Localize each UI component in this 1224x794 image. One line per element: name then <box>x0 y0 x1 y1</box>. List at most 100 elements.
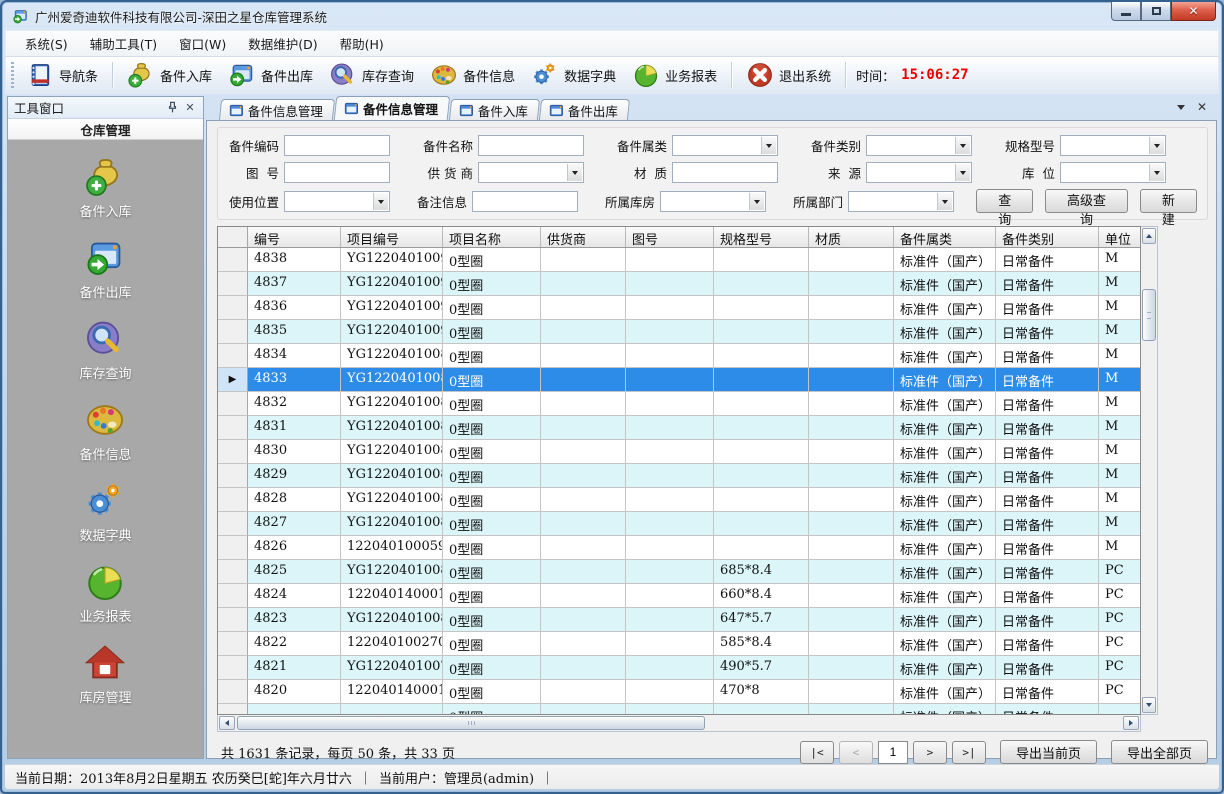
sidebar-item[interactable]: 备件信息 <box>79 399 131 463</box>
first-page-button[interactable]: |< <box>800 741 834 764</box>
table-row[interactable]: ▶ 4826 1220401000599 0型圈 标准件（国产） 日 <box>218 536 1140 560</box>
tab[interactable]: 备件出库 <box>539 99 630 120</box>
row-selector-cell[interactable]: ▶ <box>218 248 248 272</box>
scroll-up-arrow[interactable] <box>1142 228 1156 244</box>
table-row[interactable]: ▶ 4831 YG12204010086 0型圈 标准件（国产） 日 <box>218 416 1140 440</box>
row-selector-cell[interactable]: ▶ <box>218 368 248 392</box>
tab[interactable]: 备件信息管理 <box>219 99 335 120</box>
column-header[interactable]: 编号 <box>248 227 341 247</box>
row-selector-cell[interactable]: ▶ <box>218 488 248 512</box>
sidebar-item[interactable]: 库存查询 <box>79 318 131 382</box>
tool-window-close-icon[interactable]: ✕ <box>183 101 197 115</box>
department-select[interactable] <box>848 191 954 212</box>
row-selector-cell[interactable]: ▶ <box>218 296 248 320</box>
next-page-button[interactable]: > <box>913 741 947 764</box>
column-header[interactable]: 规格型号 <box>714 227 809 247</box>
export-all-pages-button[interactable]: 导出全部页 <box>1111 740 1208 764</box>
table-row[interactable]: ▶ 4820 1220401400013 0型圈 470*8 标准件（国产） <box>218 680 1140 704</box>
toolbar-button[interactable]: 备件出库 <box>220 58 321 92</box>
row-selector-cell[interactable]: ▶ <box>218 536 248 560</box>
usage-position-select[interactable] <box>284 191 390 212</box>
row-selector-cell[interactable]: ▶ <box>218 584 248 608</box>
pin-icon[interactable] <box>165 101 179 115</box>
scroll-down-arrow[interactable] <box>1142 697 1156 713</box>
minimize-button[interactable] <box>1111 2 1141 21</box>
sidebar-group-header[interactable]: 仓库管理 <box>8 119 203 140</box>
column-header[interactable]: 项目编号 <box>341 227 443 247</box>
spec-select[interactable] <box>1060 135 1166 156</box>
sidebar-item[interactable]: 备件出库 <box>79 237 131 301</box>
column-header[interactable]: 备件类别 <box>996 227 1099 247</box>
table-row[interactable]: ▶ 4825 YG12204010081 0型圈 685*8.4 标准件（国产） <box>218 560 1140 584</box>
tab[interactable]: 备件入库 <box>449 99 540 120</box>
table-row[interactable]: ▶ 4833 YG12204010088 0型圈 标准件（国产） 日 <box>218 368 1140 392</box>
vertical-scroll-thumb[interactable] <box>1142 289 1156 341</box>
part-category-select[interactable] <box>672 135 778 156</box>
row-selector-cell[interactable]: ▶ <box>218 680 248 704</box>
table-row[interactable]: ▶ 4828 YG12204010083 0型圈 标准件（国产） 日 <box>218 488 1140 512</box>
vertical-scrollbar[interactable] <box>1141 226 1158 715</box>
warehouse-select[interactable] <box>660 191 766 212</box>
remark-input[interactable] <box>472 191 578 212</box>
sidebar-item[interactable]: 数据字典 <box>79 480 131 544</box>
row-selector-cell[interactable]: ▶ <box>218 344 248 368</box>
menu-item[interactable]: 数据维护(D) <box>237 30 328 57</box>
toolbar-button[interactable]: 导航条 <box>18 58 106 92</box>
location-select[interactable] <box>1060 162 1166 183</box>
table-row[interactable]: ▶ 4835 YG12204010090 0型圈 标准件（国产） 日 <box>218 320 1140 344</box>
table-row[interactable]: ▶ 4834 YG12204010089 0型圈 标准件（国产） 日 <box>218 344 1140 368</box>
row-selector-cell[interactable]: ▶ <box>218 704 248 714</box>
row-selector-cell[interactable]: ▶ <box>218 632 248 656</box>
chevron-down-icon[interactable] <box>955 164 970 181</box>
chevron-down-icon[interactable] <box>1149 164 1164 181</box>
table-row[interactable]: ▶ 4830 YG12204010085 0型圈 标准件（国产） 日 <box>218 440 1140 464</box>
menu-item[interactable]: 辅助工具(T) <box>79 30 168 57</box>
query-button[interactable]: 查询 <box>976 189 1033 213</box>
table-row[interactable]: ▶ 4827 YG12204010082 0型圈 标准件（国产） 日 <box>218 512 1140 536</box>
row-selector-cell[interactable]: ▶ <box>218 320 248 344</box>
menu-item[interactable]: 系统(S) <box>14 30 79 57</box>
tab-list-dropdown-icon[interactable] <box>1177 105 1185 114</box>
part-name-input[interactable] <box>478 135 584 156</box>
chevron-down-icon[interactable] <box>955 137 970 154</box>
toolbar-grip[interactable] <box>11 62 14 88</box>
prev-page-button[interactable]: < <box>839 741 873 764</box>
horizontal-scroll-thumb[interactable] <box>237 716 705 730</box>
page-number-input[interactable] <box>878 741 908 764</box>
chevron-down-icon[interactable] <box>567 164 582 181</box>
source-select[interactable] <box>866 162 972 183</box>
table-row[interactable]: ▶ 4837 YG12204010092 0型圈 标准件（国产） 日 <box>218 272 1140 296</box>
column-header[interactable]: 备件属类 <box>894 227 996 247</box>
scroll-right-arrow[interactable] <box>1123 716 1139 730</box>
scroll-left-arrow[interactable] <box>219 716 235 730</box>
table-row[interactable]: ▶ 4823 YG12204010080 0型圈 647*5.7 标准件（国产） <box>218 608 1140 632</box>
table-row[interactable]: ▶ 4821 YG12204010079 0型圈 490*5.7 标准件（国产） <box>218 656 1140 680</box>
menu-item[interactable]: 帮助(H) <box>329 30 395 57</box>
row-selector-cell[interactable]: ▶ <box>218 608 248 632</box>
advanced-query-button[interactable]: 高级查询 <box>1045 189 1127 213</box>
toolbar-button[interactable]: 数据字典 <box>523 58 624 92</box>
row-selector-cell[interactable]: ▶ <box>218 272 248 296</box>
table-row[interactable]: ▶ 4829 YG12204010084 0型圈 标准件（国产） 日 <box>218 464 1140 488</box>
row-selector-cell[interactable]: ▶ <box>218 392 248 416</box>
part-class-select[interactable] <box>866 135 972 156</box>
table-row[interactable]: ▶ 4838 YG12204010093 0型圈 标准件（国产） 日 <box>218 248 1140 272</box>
chevron-down-icon[interactable] <box>937 193 952 210</box>
row-selector-cell[interactable]: ▶ <box>218 656 248 680</box>
row-selector-cell[interactable]: ▶ <box>218 440 248 464</box>
toolbar-button[interactable]: 备件入库 <box>119 58 220 92</box>
row-selector-cell[interactable]: ▶ <box>218 464 248 488</box>
sidebar-item[interactable]: 业务报表 <box>79 561 131 625</box>
table-row[interactable]: ▶ 4832 YG12204010087 0型圈 标准件（国产） 日 <box>218 392 1140 416</box>
last-page-button[interactable]: >| <box>952 741 986 764</box>
table-row[interactable]: ▶ 4836 YG12204010091 0型圈 标准件（国产） 日 <box>218 296 1140 320</box>
chevron-down-icon[interactable] <box>749 193 764 210</box>
chevron-down-icon[interactable] <box>761 137 776 154</box>
close-button[interactable]: ✕ <box>1171 2 1216 21</box>
chevron-down-icon[interactable] <box>373 193 388 210</box>
row-selector-cell[interactable]: ▶ <box>218 512 248 536</box>
supplier-select[interactable] <box>478 162 584 183</box>
tab[interactable]: 备件信息管理 <box>334 96 451 120</box>
column-header[interactable]: 单位 <box>1099 227 1140 247</box>
toolbar-button[interactable]: 库存查询 <box>321 58 422 92</box>
